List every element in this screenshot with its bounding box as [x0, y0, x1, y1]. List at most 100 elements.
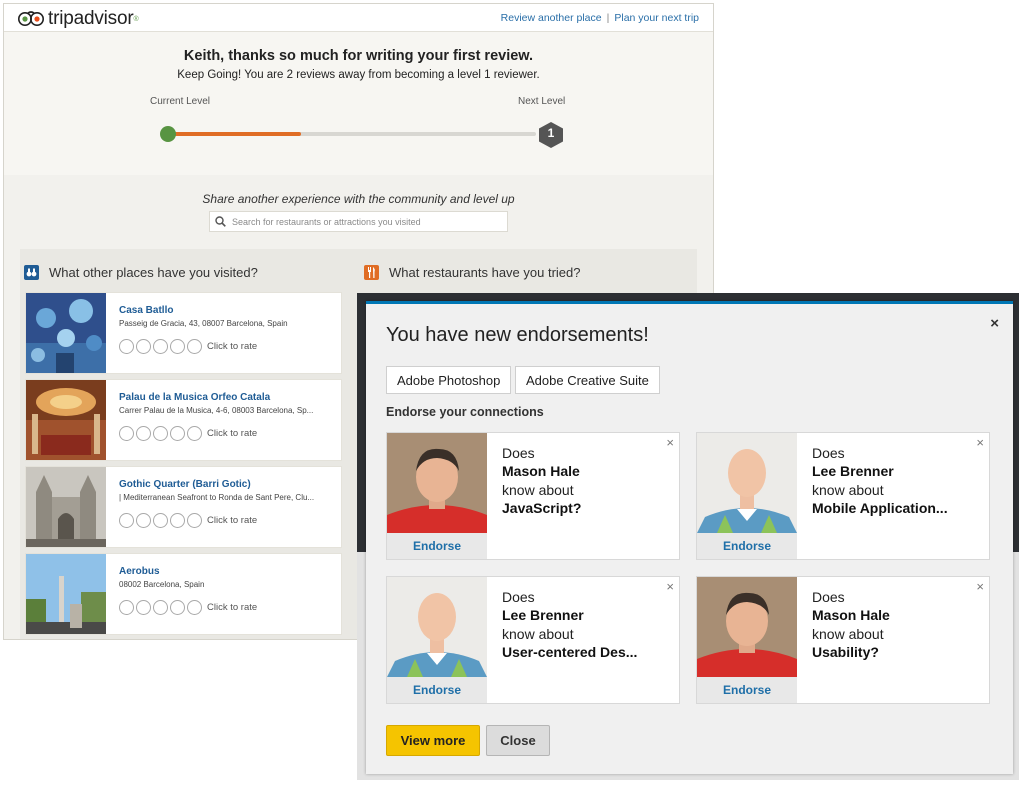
search-input[interactable]: [232, 216, 492, 227]
link-separator: |: [606, 12, 610, 24]
endorse-button[interactable]: Endorse: [387, 533, 487, 559]
avatar: [697, 433, 797, 533]
close-button[interactable]: Close: [486, 725, 550, 756]
place-name[interactable]: Casa Batllo: [119, 305, 173, 316]
restaurants-section-heading: What restaurants have you tried?: [364, 265, 581, 280]
skill-name: User-centered Des...: [502, 644, 638, 660]
endorsement-card: Endorse Does Lee Brenner know about User…: [386, 576, 680, 704]
does-text: Does: [812, 445, 845, 461]
skill-name: Mobile Application...: [812, 500, 948, 516]
rating-bubble-1[interactable]: [119, 426, 134, 441]
avatar: [697, 577, 797, 677]
avatar: [387, 577, 487, 677]
place-photo: [26, 554, 106, 634]
rating-bubble-4[interactable]: [170, 339, 185, 354]
view-more-button[interactable]: View more: [386, 725, 480, 756]
rating-bubble-3[interactable]: [153, 339, 168, 354]
place-address: 08002 Barcelona, Spain: [119, 580, 205, 589]
modal-title: You have new endorsements!: [386, 324, 649, 346]
rating-bubble-2[interactable]: [136, 426, 151, 441]
rating-bubbles[interactable]: Click to rate: [119, 513, 257, 528]
level-progress-message: Keep Going! You are 2 reviews away from …: [177, 69, 540, 81]
rating-bubbles[interactable]: Click to rate: [119, 600, 257, 615]
rating-bubble-3[interactable]: [153, 426, 168, 441]
rating-bubble-5[interactable]: [187, 426, 202, 441]
person-name[interactable]: Mason Hale: [502, 462, 667, 481]
search-field[interactable]: [209, 211, 508, 232]
place-name[interactable]: Gothic Quarter (Barri Gotic): [119, 479, 251, 490]
rating-bubble-1[interactable]: [119, 339, 134, 354]
click-to-rate-label[interactable]: Click to rate: [207, 428, 257, 439]
know-about-text: know about: [812, 626, 884, 642]
endorsement-card: Endorse Does Mason Hale know about JavaS…: [386, 432, 680, 560]
click-to-rate-label[interactable]: Click to rate: [207, 515, 257, 526]
place-address: Passeig de Gracia, 43, 08007 Barcelona, …: [119, 319, 288, 328]
place-photo: [26, 380, 106, 460]
rating-bubble-5[interactable]: [187, 339, 202, 354]
skill-name: Usability?: [812, 644, 879, 660]
place-photo: [26, 293, 106, 373]
endorsement-card: Endorse Does Mason Hale know about Usabi…: [696, 576, 990, 704]
person-name[interactable]: Lee Brenner: [502, 606, 667, 625]
current-level-dot: [160, 126, 176, 142]
next-level-number: 1: [547, 126, 555, 140]
search-icon: [215, 216, 226, 227]
fork-knife-icon: [364, 265, 379, 280]
owl-eyes-icon: [18, 11, 44, 26]
endorsements-modal: You have new endorsements! × Adobe Photo…: [366, 301, 1013, 774]
restaurants-heading-text: What restaurants have you tried?: [389, 265, 581, 280]
rating-bubble-5[interactable]: [187, 513, 202, 528]
review-another-place-link[interactable]: Review another place: [501, 12, 602, 24]
rating-bubble-3[interactable]: [153, 513, 168, 528]
click-to-rate-label[interactable]: Click to rate: [207, 341, 257, 352]
dismiss-icon[interactable]: ×: [976, 435, 984, 450]
place-card-aerobus[interactable]: Aerobus 08002 Barcelona, Spain Click to …: [25, 553, 342, 635]
places-heading-text: What other places have you visited?: [49, 265, 258, 280]
endorsement-question: Does Mason Hale know about JavaScript?: [502, 445, 667, 517]
place-card-casa-batllo[interactable]: Casa Batllo Passeig de Gracia, 43, 08007…: [25, 292, 342, 374]
rating-bubble-4[interactable]: [170, 600, 185, 615]
endorse-connections-heading: Endorse your connections: [386, 405, 544, 419]
know-about-text: know about: [502, 626, 574, 642]
place-card-palau-musica[interactable]: Palau de la Musica Orfeo Catala Carrer P…: [25, 379, 342, 461]
dismiss-icon[interactable]: ×: [666, 579, 674, 594]
place-name[interactable]: Aerobus: [119, 566, 160, 577]
endorsement-question: Does Lee Brenner know about Mobile Appli…: [812, 445, 977, 517]
level-progress-bar: [174, 132, 536, 136]
rating-bubble-1[interactable]: [119, 513, 134, 528]
rating-bubble-2[interactable]: [136, 339, 151, 354]
dismiss-icon[interactable]: ×: [666, 435, 674, 450]
skill-tag-creative-suite[interactable]: Adobe Creative Suite: [515, 366, 660, 394]
rating-bubble-2[interactable]: [136, 600, 151, 615]
click-to-rate-label[interactable]: Click to rate: [207, 602, 257, 613]
rating-bubble-4[interactable]: [170, 426, 185, 441]
know-about-text: know about: [502, 482, 574, 498]
header-links: Review another place | Plan your next tr…: [501, 12, 699, 24]
place-name[interactable]: Palau de la Musica Orfeo Catala: [119, 392, 270, 403]
places-section-heading: What other places have you visited?: [24, 265, 258, 280]
place-card-gothic-quarter[interactable]: Gothic Quarter (Barri Gotic) | Mediterra…: [25, 466, 342, 548]
endorse-button[interactable]: Endorse: [387, 677, 487, 703]
thanks-heading: Keith, thanks so much for writing your f…: [183, 48, 534, 64]
place-address: Carrer Palau de la Musica, 4-6, 08003 Ba…: [119, 406, 314, 415]
header-bar: tripadvisor ® Review another place | Pla…: [4, 4, 713, 32]
skill-name: JavaScript?: [502, 500, 582, 516]
endorse-button[interactable]: Endorse: [697, 677, 797, 703]
does-text: Does: [502, 589, 535, 605]
place-address: | Mediterranean Seafront to Ronda de San…: [119, 493, 315, 502]
rating-bubble-4[interactable]: [170, 513, 185, 528]
plan-next-trip-link[interactable]: Plan your next trip: [614, 12, 699, 24]
rating-bubble-1[interactable]: [119, 600, 134, 615]
close-icon[interactable]: ×: [990, 315, 999, 332]
person-name[interactable]: Lee Brenner: [812, 462, 977, 481]
endorse-button[interactable]: Endorse: [697, 533, 797, 559]
tripadvisor-logo[interactable]: tripadvisor ®: [18, 8, 139, 30]
person-name[interactable]: Mason Hale: [812, 606, 977, 625]
dismiss-icon[interactable]: ×: [976, 579, 984, 594]
rating-bubbles[interactable]: Click to rate: [119, 339, 257, 354]
skill-tag-photoshop[interactable]: Adobe Photoshop: [386, 366, 512, 394]
rating-bubble-3[interactable]: [153, 600, 168, 615]
rating-bubble-2[interactable]: [136, 513, 151, 528]
rating-bubbles[interactable]: Click to rate: [119, 426, 257, 441]
rating-bubble-5[interactable]: [187, 600, 202, 615]
